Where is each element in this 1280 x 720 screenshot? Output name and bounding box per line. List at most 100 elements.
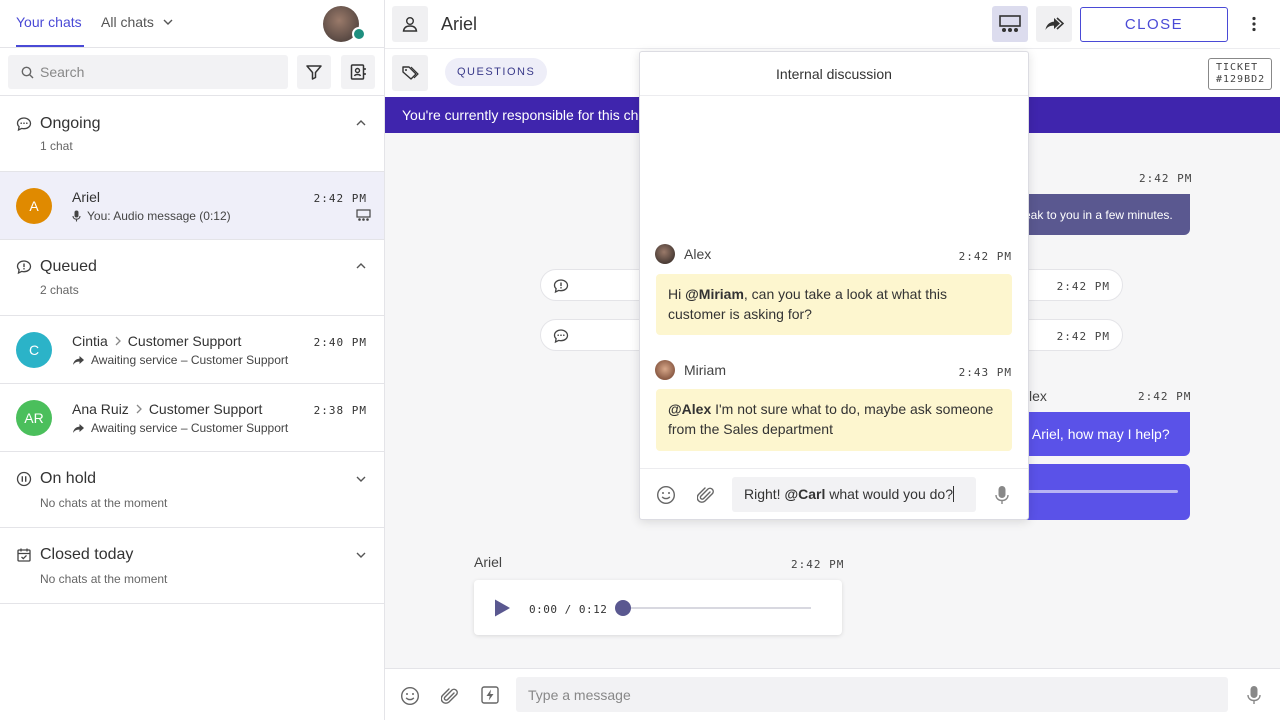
message-time: 2:42 PM	[791, 558, 845, 571]
chevron-right-icon	[115, 336, 121, 346]
tags-button[interactable]	[392, 55, 428, 91]
message-input[interactable]	[516, 677, 1228, 712]
close-chat-button[interactable]: CLOSE	[1080, 7, 1228, 42]
ticket-badge[interactable]: TICKET #129BD2	[1208, 58, 1272, 90]
chevron-up-icon[interactable]	[355, 118, 367, 128]
quick-reply-icon[interactable]	[481, 686, 499, 704]
chevron-down-icon[interactable]	[355, 550, 367, 560]
section-count: 1 chat	[40, 139, 73, 153]
audio-scrubber-track[interactable]	[623, 607, 811, 609]
internal-discussion-icon	[999, 15, 1021, 32]
forward-arrow-icon	[73, 423, 84, 433]
chevron-right-icon	[136, 404, 142, 414]
user-icon	[402, 17, 418, 32]
chat-time: 2:38 PM	[313, 404, 367, 417]
mention[interactable]: @Miriam	[685, 286, 744, 302]
text-caret	[953, 486, 954, 502]
message-author: Alex	[684, 246, 712, 262]
chat-item-cintia[interactable]: C Cintia Customer Support Awaiting servi…	[0, 316, 384, 384]
message-composer	[385, 668, 1280, 720]
message-time: 2:42 PM	[1139, 172, 1193, 185]
section-count: 2 chats	[40, 283, 79, 297]
section-empty-text: No chats at the moment	[40, 572, 168, 586]
contact-info-button[interactable]	[392, 6, 428, 42]
paperclip-icon[interactable]	[697, 485, 715, 505]
calendar-check-icon	[17, 548, 31, 562]
paperclip-icon[interactable]	[441, 686, 459, 706]
search-icon	[21, 66, 34, 79]
microphone-icon[interactable]	[1247, 685, 1261, 705]
tab-all-chats-label: All chats	[101, 14, 154, 30]
agent-audio-message[interactable]	[1005, 464, 1190, 520]
tag-questions[interactable]: QUESTIONS	[445, 58, 548, 86]
transfer-button[interactable]	[1036, 6, 1072, 42]
sidebar-tabs: Your chats All chats	[0, 0, 384, 48]
emoji-icon[interactable]	[656, 485, 676, 505]
internal-discussion-panel: Internal discussion Alex 2:42 PM Hi @Mir…	[639, 51, 1029, 520]
microphone-icon[interactable]	[995, 485, 1009, 505]
chevron-up-icon[interactable]	[355, 261, 367, 271]
chat-preview: You: Audio message (0:12)	[72, 209, 231, 223]
filter-button[interactable]	[297, 55, 331, 89]
tags-icon	[402, 66, 419, 80]
section-title: Queued	[40, 258, 97, 275]
chat-name: Ana Ruiz Customer Support	[72, 401, 263, 417]
event-time: 2:42 PM	[1056, 280, 1110, 293]
message-time: 2:42 PM	[958, 250, 1012, 263]
chat-preview: Awaiting service – Customer Support	[72, 421, 288, 435]
avatar: C	[16, 332, 52, 368]
chat-item-ana-ruiz[interactable]: AR Ana Ruiz Customer Support Awaiting se…	[0, 384, 384, 452]
audio-progress-track	[1025, 490, 1178, 493]
internal-discussion-button[interactable]	[992, 6, 1028, 42]
section-on-hold[interactable]: On hold No chats at the moment	[0, 452, 384, 528]
chat-exclamation-icon	[553, 279, 569, 294]
chat-name: Cintia Customer Support	[72, 333, 242, 349]
avatar: A	[16, 188, 52, 224]
play-icon[interactable]	[492, 598, 512, 618]
section-ongoing[interactable]: Ongoing 1 chat	[0, 97, 384, 172]
emoji-icon[interactable]	[400, 686, 420, 706]
chevron-down-icon[interactable]	[355, 474, 367, 484]
chat-name: Ariel	[72, 189, 101, 205]
section-closed-today[interactable]: Closed today No chats at the moment	[0, 528, 384, 604]
contacts-button[interactable]	[341, 55, 375, 89]
internal-message-bubble: Hi @Miriam, can you take a look at what …	[656, 274, 1012, 335]
internal-message-bubble: @Alex I'm not sure what to do, maybe ask…	[656, 389, 1012, 451]
chat-time: 2:42 PM	[313, 192, 367, 205]
section-queued[interactable]: Queued 2 chats	[0, 240, 384, 316]
contact-card-icon	[350, 64, 366, 80]
message-author: Miriam	[684, 362, 726, 378]
chat-time: 2:40 PM	[313, 336, 367, 349]
microphone-icon	[72, 210, 81, 222]
chat-bubble-icon	[553, 329, 569, 344]
search-box	[8, 55, 288, 89]
section-title: Ongoing	[40, 115, 101, 132]
mention: @Carl	[784, 486, 826, 502]
page-title: Ariel	[441, 14, 478, 34]
mention[interactable]: @Alex	[668, 401, 711, 417]
chat-header: Ariel CLOSE	[385, 0, 1280, 48]
message-author: Ariel	[474, 554, 503, 570]
search-input[interactable]	[40, 55, 280, 89]
avatar	[655, 360, 675, 380]
internal-message-input[interactable]: Right! @Carl what would you do?	[732, 477, 976, 512]
active-tab-indicator	[16, 45, 84, 47]
filter-icon	[306, 65, 322, 80]
audio-time-readout: 0:00 / 0:12	[529, 603, 608, 616]
tab-all-chats[interactable]: All chats	[101, 14, 174, 30]
tab-your-chats[interactable]: Your chats	[16, 14, 82, 30]
event-time: 2:42 PM	[1056, 330, 1110, 343]
forward-arrow-icon	[73, 355, 84, 365]
internal-composer: Right! @Carl what would you do?	[640, 468, 1028, 520]
agent-message-bubble: eak to you in a few minutes.	[1005, 194, 1190, 235]
more-options-icon[interactable]	[1251, 16, 1257, 32]
chat-item-ariel[interactable]: A Ariel You: Audio message (0:12) 2:42 P…	[0, 172, 384, 240]
section-title: On hold	[40, 470, 97, 487]
avatar: AR	[16, 400, 52, 436]
forward-arrows-icon	[1045, 17, 1064, 30]
avatar	[655, 244, 675, 264]
audio-message-card: 0:00 / 0:12	[474, 580, 842, 635]
pause-icon	[16, 471, 32, 487]
audio-scrubber-handle[interactable]	[615, 600, 631, 616]
message-time: 2:43 PM	[958, 366, 1012, 379]
